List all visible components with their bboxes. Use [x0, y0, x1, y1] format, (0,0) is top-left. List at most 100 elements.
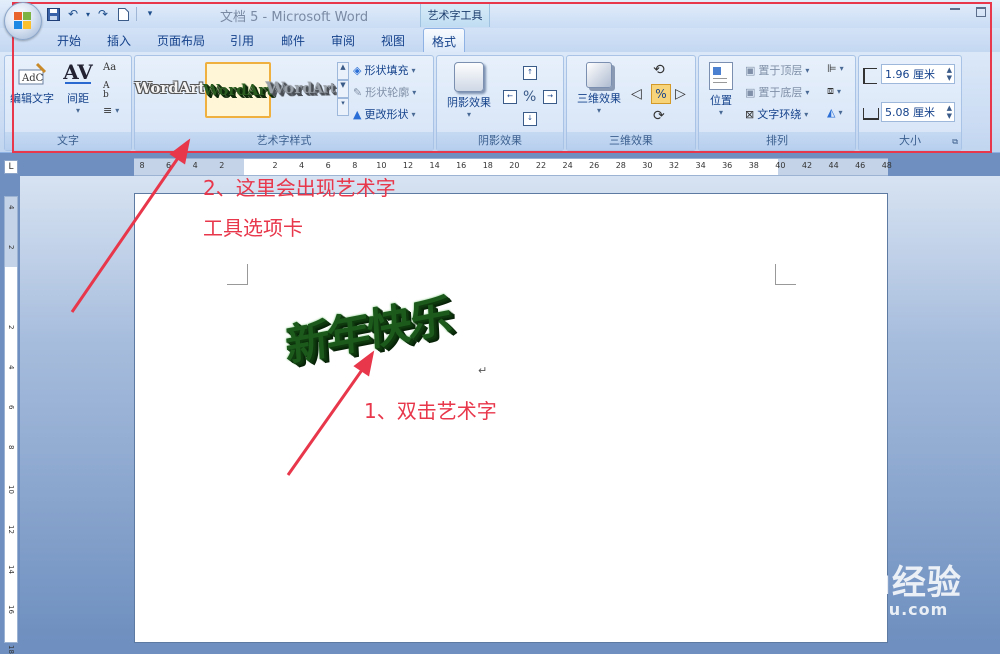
redo-icon[interactable]: ↷	[94, 5, 112, 23]
ruler-tick-label: 22	[535, 161, 547, 170]
width-spinner-icon[interactable]: ▲ ▼	[947, 104, 952, 120]
send-to-back-label: 置于底层	[758, 86, 803, 99]
ruler-tick-label: 12	[7, 525, 15, 534]
align-button[interactable]: ⊫ ▾	[827, 62, 844, 75]
tab-view[interactable]: 视图	[381, 32, 405, 49]
group-wordart-styles: WordArt WordArt WordArt ▲ ▼ ▾ ◈ 形状填充 ▾ ✎…	[134, 55, 434, 151]
ruler-tick-label: 24	[562, 161, 573, 170]
tab-home[interactable]: 开始	[57, 32, 81, 49]
group-arrange-label: 排列	[699, 132, 855, 150]
tilt-up-icon[interactable]: ⟲	[653, 62, 665, 78]
shape-outline-label: 形状轮廓	[365, 86, 410, 99]
margin-corner-top-left	[227, 264, 248, 285]
window-title: 文档 5 - Microsoft Word	[220, 10, 369, 25]
gallery-scroll-up-icon[interactable]: ▲	[337, 62, 349, 80]
maximize-icon[interactable]	[976, 7, 986, 17]
undo-icon[interactable]: ↶	[64, 5, 82, 23]
change-shape-button[interactable]: ▲ 更改形状 ▾	[353, 106, 415, 122]
customize-qat-icon[interactable]: ▾	[141, 5, 159, 23]
svg-text:AdC: AdC	[21, 73, 44, 84]
office-button[interactable]	[4, 2, 42, 40]
ruler-tick-label: 6	[7, 405, 15, 410]
tab-mailings[interactable]: 邮件	[281, 32, 305, 49]
tab-page-layout[interactable]: 页面布局	[157, 32, 205, 49]
ruler-tick-label: 2	[7, 245, 15, 250]
text-wrapping-button[interactable]: ⊠ 文字环绕 ▾	[745, 106, 808, 122]
text-wrapping-icon: ⊠	[745, 107, 755, 121]
send-to-back-button[interactable]: ▣ 置于底层 ▾	[745, 84, 809, 100]
gallery-scroll-down-icon[interactable]: ▼	[337, 80, 349, 98]
tab-review[interactable]: 审阅	[331, 32, 355, 49]
ruler-tick-label: 4	[299, 161, 305, 170]
tab-format[interactable]: 格式	[423, 28, 466, 53]
shape-fill-label: 形状填充	[364, 64, 409, 77]
ruler-tick-label: 16	[7, 605, 15, 614]
shadow-on-off-icon[interactable]: %	[523, 89, 536, 105]
position-button[interactable]: 位置 ▾	[703, 62, 739, 117]
even-height-button[interactable]: Aa	[103, 62, 116, 73]
group-objects-button[interactable]: ⧈ ▾	[827, 84, 841, 98]
height-spinner-icon[interactable]: ▲ ▼	[947, 66, 952, 82]
gallery-more-icon[interactable]: ▾	[337, 98, 349, 116]
ruler-tick-label: 8	[7, 445, 15, 450]
width-icon	[863, 108, 879, 120]
ruler-tick-label: 12	[402, 161, 414, 170]
shape-outline-button[interactable]: ✎ 形状轮廓 ▾	[353, 84, 416, 100]
wordart-style-3[interactable]: WordArt	[265, 59, 335, 116]
wordart-style-1[interactable]: WordArt	[135, 62, 206, 114]
minimize-icon[interactable]	[950, 8, 960, 10]
ruler-tick-label: 6	[166, 161, 172, 170]
watermark-brand: Bai du经验	[765, 563, 962, 603]
nudge-shadow-down-icon[interactable]: ↓	[523, 112, 537, 126]
group-wordart-styles-label: 艺术字样式	[135, 132, 433, 150]
spacing-icon: AV	[63, 60, 93, 84]
gallery-scrollbar: ▲ ▼ ▾	[337, 62, 349, 116]
ruler-tick-label: 36	[722, 161, 733, 170]
save-icon[interactable]	[44, 5, 62, 23]
ruler-tick-label: 42	[801, 161, 813, 170]
height-value: 1.96 厘米	[885, 68, 935, 81]
group-size: 1.96 厘米 ▲ ▼ 5.08 厘米 ▲ ▼ 大小 ⧉	[858, 55, 962, 151]
ruler-tick-label: 44	[828, 161, 839, 170]
bring-to-front-button[interactable]: ▣ 置于顶层 ▾	[745, 62, 809, 78]
spacing-button[interactable]: AV 间距 ▾	[61, 60, 95, 115]
paragraph-mark: ↵	[478, 364, 488, 377]
align-objects-icon: ⊫	[827, 62, 837, 75]
shape-fill-button[interactable]: ◈ 形状填充 ▾	[353, 62, 415, 78]
edit-text-button[interactable]: AdC 编辑文字	[7, 62, 57, 106]
ruler-tick-label: 2	[272, 161, 278, 170]
nudge-shadow-right-icon[interactable]: →	[543, 90, 557, 104]
tab-insert[interactable]: 插入	[107, 32, 131, 49]
rotate-button[interactable]: ◭ ▾	[827, 106, 842, 119]
tab-references[interactable]: 引用	[230, 32, 254, 49]
shadow-effects-button[interactable]: 阴影效果 ▾	[441, 62, 497, 119]
3d-on-off-icon[interactable]: %	[651, 84, 671, 104]
height-input[interactable]: 1.96 厘米 ▲ ▼	[881, 64, 955, 84]
width-input[interactable]: 5.08 厘米 ▲ ▼	[881, 102, 955, 122]
vertical-text-button[interactable]: Ab	[103, 82, 110, 100]
wordart-style-2-selected[interactable]: WordArt	[203, 62, 273, 118]
ruler-tick-label: 34	[695, 161, 706, 170]
tab-selector-icon[interactable]: L	[4, 160, 18, 174]
tilt-right-icon[interactable]: ▷	[675, 86, 686, 102]
ruler-tick-label: 4	[192, 161, 198, 170]
nudge-shadow-up-icon[interactable]: ↑	[523, 66, 537, 80]
align-text-button[interactable]: ≡ ▾	[103, 104, 119, 117]
annotation-step2-line1: 2、这里会出现艺术字	[203, 176, 396, 200]
tilt-left-icon[interactable]: ◁	[631, 86, 642, 102]
ruler-tick-label: 10	[376, 161, 387, 170]
size-dialog-launcher-icon[interactable]: ⧉	[952, 137, 958, 147]
bring-to-front-label: 置于顶层	[758, 64, 803, 77]
tilt-down-icon[interactable]: ⟳	[653, 108, 665, 124]
ruler-tick-label: 6	[325, 161, 331, 170]
quick-access-toolbar: ↶ ▾ ↷ ▾	[44, 4, 159, 24]
new-document-icon[interactable]	[114, 5, 132, 23]
shadow-effects-label: 阴影效果	[447, 96, 491, 109]
undo-dropdown-icon[interactable]: ▾	[84, 5, 92, 23]
spacing-dropdown-icon[interactable]: ▾	[61, 106, 95, 115]
vertical-ruler[interactable]: 4 2 2 4 6 8 10 12 14 16 18	[4, 196, 18, 654]
nudge-shadow-left-icon[interactable]: ←	[503, 90, 517, 104]
ruler-tick-label: 18	[7, 645, 15, 654]
3d-effects-button[interactable]: 三维效果 ▾	[571, 62, 627, 115]
baidu-jingyan-watermark: Bai du经验 jingyan.baidu.com	[765, 555, 962, 619]
